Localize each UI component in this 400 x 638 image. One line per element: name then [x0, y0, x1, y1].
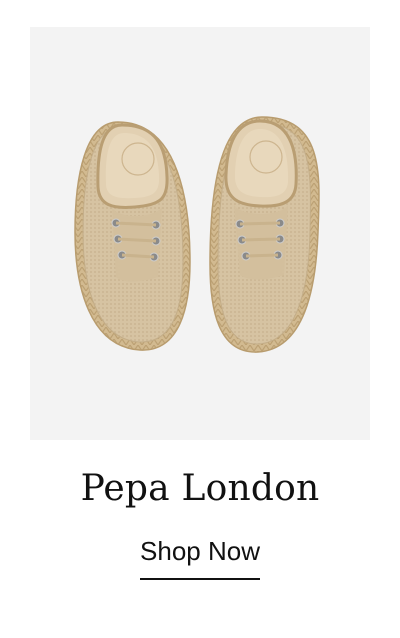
right-shoe	[209, 116, 320, 353]
product-image[interactable]	[30, 27, 370, 440]
brand-name: Pepa London	[80, 468, 320, 509]
left-shoe	[74, 121, 191, 351]
shop-now-link[interactable]: Shop Now	[140, 532, 260, 580]
shop-link-wrapper: Shop Now	[0, 532, 400, 580]
espadrille-shoes-image	[74, 116, 320, 353]
product-card[interactable]: Pepa London Shop Now	[0, 0, 400, 638]
